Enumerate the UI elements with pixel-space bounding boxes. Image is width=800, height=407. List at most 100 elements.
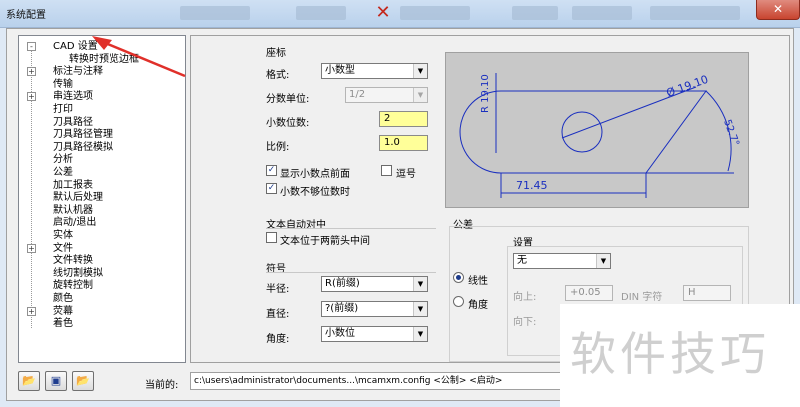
scale-label: 比例: (266, 142, 290, 153)
preview-drawing: R 19.10 Ø 19.10 52.7° 71.45 (459, 73, 741, 198)
expand-icon[interactable]: + (27, 306, 36, 316)
show-leading-label: 显示小数点前面 (280, 169, 350, 180)
tree-item[interactable]: 旋转控制 (19, 279, 185, 292)
collapse-icon[interactable]: - (27, 42, 36, 51)
blurred-toolbar-region (572, 6, 632, 20)
blurred-toolbar-region (400, 6, 470, 20)
tree-item-label: 启动/退出 (53, 217, 97, 229)
tree-item[interactable]: 文件转换 (19, 254, 185, 267)
save-icon: ▣ (50, 374, 62, 387)
radius-dimension-text: R 19.10 (480, 74, 491, 113)
format-select[interactable]: 小数型 ▼ (321, 63, 428, 79)
save-button[interactable]: ▣ (45, 371, 67, 391)
expand-icon[interactable]: + (27, 243, 36, 253)
red-x-icon: ✕ (375, 2, 391, 23)
tree-item-label: 颜色 (53, 293, 73, 304)
linear-radio[interactable] (453, 272, 464, 283)
chevron-down-icon: ▼ (413, 327, 427, 341)
tree-item[interactable]: 分析 (19, 153, 185, 166)
tree-item-label: 标注与注释 (53, 66, 103, 78)
tree-item[interactable]: + 标注与注释 (19, 65, 185, 78)
tree-item[interactable]: + 文件 (19, 242, 185, 255)
tree-item-label: 刀具路径管理 (53, 129, 113, 141)
group-separator (266, 228, 436, 229)
tree-item-label: 打印 (53, 104, 73, 115)
radius-label: 半径: (266, 284, 290, 295)
tolerance-type-value: 无 (517, 255, 527, 266)
tree-item-label: 实体 (53, 230, 73, 241)
tree-item-label: 转换时预览边框 (69, 53, 139, 65)
chevron-down-icon: ▼ (596, 254, 610, 268)
window-close-button[interactable]: ✕ (756, 0, 800, 20)
tree-item[interactable]: + 荧幕 (19, 305, 185, 318)
angle-label: 角度: (266, 334, 290, 345)
trailing-zero-checkbox[interactable]: ✓ (266, 183, 277, 194)
tree-item-label: 文件转换 (53, 255, 93, 267)
din-input[interactable]: H (683, 285, 731, 301)
part-outline (459, 90, 707, 174)
chevron-down-icon: ▼ (413, 88, 427, 102)
current-config-path: c:\users\administrator\documents...\mcam… (190, 372, 580, 390)
current-config-label: 当前的: (145, 380, 179, 391)
tree-item[interactable]: + 串连选项 (19, 90, 185, 103)
show-leading-checkbox[interactable]: ✓ (266, 165, 277, 176)
expand-icon[interactable]: + (27, 92, 36, 102)
diameter-dimension-text: Ø 19.10 (665, 73, 710, 100)
group-separator (266, 272, 436, 273)
tolerance-type-select[interactable]: 无 ▼ (513, 253, 611, 269)
tree-item[interactable]: 公差 (19, 166, 185, 179)
tree-item-label: 串连选项 (53, 91, 93, 103)
tree-item-label: 传输 (53, 78, 73, 90)
tree-item[interactable]: 传输 (19, 78, 185, 91)
hole-circle (561, 111, 603, 153)
tree-item-label: 刀具路径 (53, 116, 93, 128)
tree-item-label: 加工报表 (53, 179, 93, 191)
tree-item[interactable]: 刀具路径 (19, 116, 185, 129)
blurred-toolbar-region (296, 6, 346, 20)
angle-symbol-select[interactable]: 小数位 ▼ (321, 326, 428, 342)
decimals-input[interactable]: 2 (379, 111, 428, 127)
tree-item[interactable]: 实体 (19, 229, 185, 242)
angle-dimension-text: 52.7° (721, 118, 741, 147)
tree-item-label: 文件 (53, 242, 73, 254)
linear-label: 线性 (468, 276, 488, 287)
blurred-toolbar-region (180, 6, 250, 20)
comma-checkbox[interactable] (381, 165, 392, 176)
open-folder-button[interactable]: 📂 (18, 371, 40, 391)
radius-symbol-select[interactable]: R(前缀) ▼ (321, 276, 428, 292)
watermark-text: 软件技巧 (570, 327, 770, 381)
category-tree[interactable]: - CAD 设置 转换时预览边框 + 标注与注释 传输 + 串连选项 打印 刀具路径 刀具路径管理刀… (18, 35, 186, 363)
tree-item[interactable]: 加工报表 (19, 179, 185, 192)
tree-item[interactable]: 着色 (19, 317, 185, 330)
folder-arrow-icon: 📂 (76, 374, 90, 387)
scale-input[interactable]: 1.0 (379, 135, 428, 151)
tree-item[interactable]: 线切割模拟 (19, 267, 185, 280)
tree-item-label: 荧幕 (53, 305, 73, 317)
tree-item-label: 公差 (53, 167, 73, 178)
merge-folder-button[interactable]: 📂 (72, 371, 94, 391)
upper-tolerance-label: 向上: (513, 292, 537, 303)
comma-label: 逗号 (396, 169, 416, 180)
tree-item[interactable]: 刀具路径管理 (19, 128, 185, 141)
diameter-symbol-select[interactable]: ?(前缀) ▼ (321, 301, 428, 317)
blurred-toolbar-region (650, 6, 740, 20)
tree-item[interactable]: 颜色 (19, 292, 185, 305)
angle-radio[interactable] (453, 296, 464, 307)
expand-icon[interactable]: + (27, 67, 36, 77)
tree-item[interactable]: 刀具路径模拟 (19, 141, 185, 154)
tree-item[interactable]: 启动/退出 (19, 216, 185, 229)
open-folder-icon: 📂 (22, 374, 36, 387)
lower-tolerance-label: 向下: (513, 317, 537, 328)
between-arrows-checkbox[interactable] (266, 232, 277, 243)
between-arrows-label: 文本位于两箭头中间 (280, 236, 370, 247)
fraction-select[interactable]: 1/2 ▼ (345, 87, 428, 103)
chevron-down-icon: ▼ (413, 64, 427, 78)
tree-item[interactable]: 转换时预览边框 (19, 53, 185, 66)
decimals-label: 小数位数: (266, 118, 310, 129)
tree-item[interactable]: 打印 (19, 103, 185, 116)
tree-item[interactable]: 默认机器 (19, 204, 185, 217)
upper-tolerance-input[interactable]: +0.05 (565, 285, 613, 301)
tree-item[interactable]: 默认后处理 (19, 191, 185, 204)
tree-item[interactable]: - CAD 设置 (19, 40, 185, 53)
format-label: 格式: (266, 70, 290, 81)
